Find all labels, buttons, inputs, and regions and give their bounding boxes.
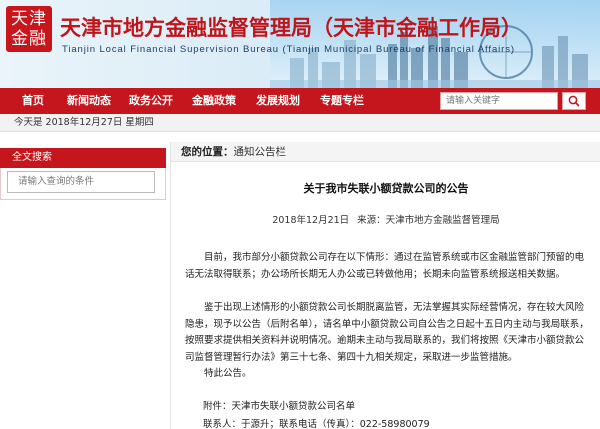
site-header: 天津 金融 天津市地方金融监督管理局（天津市金融工作局） Tianjin Loca… [0,0,600,88]
article-source: 来源：天津市地方金融监督管理局 [357,215,500,226]
breadcrumb-link-notices[interactable]: 通知公告栏 [234,146,287,158]
site-title-english: Tianjin Local Financial Supervision Bure… [62,44,515,55]
current-date-bar: 今天是 2018年12月27日 星期四 [0,114,600,132]
nav-search-button[interactable] [562,92,586,110]
nav-item-financial-policy[interactable]: 金融政策 [182,88,246,114]
sidebar-search-panel: 全文搜索 请输入查询的条件 [0,148,166,429]
article-paragraph-2: 鉴于出现上述情形的小额贷款公司长期脱离监管，无法掌握其实际经营情况，存在较大风险… [185,302,589,363]
site-title-chinese: 天津市地方金融监督管理局（天津市金融工作局） [60,16,522,40]
breadcrumb: 您的位置：通知公告栏 [171,142,600,162]
article-attachment-link[interactable]: 附件：天津市失联小额贷款公司名单 [203,398,355,412]
article-title: 关于我市失联小额贷款公司的公告 [303,182,469,195]
nav-item-home[interactable]: 首页 [0,88,58,114]
bureau-logo[interactable]: 天津 金融 [6,6,52,52]
article-contact: 联系人：于源升；联系电话（传真）：022-58980079 [203,419,430,429]
article-paragraph-3: 特此公告。 [204,368,252,379]
nav-item-development-plan[interactable]: 发展规划 [246,88,310,114]
sidebar-search-body: 请输入查询的条件 [0,168,166,200]
article-date: 2018年12月21日 [272,215,350,226]
article-meta: 2018年12月21日 来源：天津市地方金融监督管理局 [171,212,600,226]
nav-item-government-affairs[interactable]: 政务公开 [120,88,182,114]
fulltext-search-input[interactable]: 请输入查询的条件 [7,171,155,193]
article-paragraph-1: 目前，我市部分小额贷款公司存在以下情形：通过在监管系统或市区金融监管部门预留的电… [185,252,585,280]
main-nav: 首页 新闻动态 政务公开 金融政策 发展规划 专题专栏 请输入关键字 [0,88,600,114]
nav-search-input[interactable]: 请输入关键字 [440,92,558,110]
page-root: 天津 金融 天津市地方金融监督管理局（天津市金融工作局） Tianjin Loca… [0,0,600,429]
breadcrumb-label: 您的位置： [181,146,234,158]
nav-item-news[interactable]: 新闻动态 [58,88,120,114]
main-content: 您的位置：通知公告栏 关于我市失联小额贷款公司的公告 2018年12月21日 来源… [170,142,600,429]
sidebar-search-heading: 全文搜索 [0,148,166,168]
search-icon [568,95,580,107]
nav-item-special-topics[interactable]: 专题专栏 [310,88,374,114]
